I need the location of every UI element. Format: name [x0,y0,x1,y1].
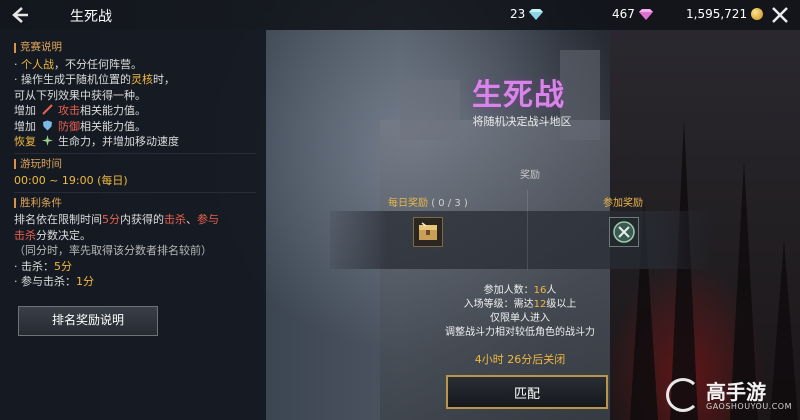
rule-line: · 参与击杀：1分 [14,274,256,290]
rule-line: 排名依在限制时间5分内获得的击杀、参与 [14,212,256,228]
rule-line: · 击杀：5分 [14,259,256,275]
rule-line: 恢复 生命力，并增加移动速度 [14,134,256,150]
rule-text: 增加 [14,119,36,133]
daily-reward-label: 每日奖励 [388,198,428,209]
rule-highlight: 击杀 [164,213,186,226]
rule-text: · 参与击杀： [14,275,76,288]
back-arrow-icon[interactable] [8,4,30,26]
rule-text: 分数决定。 [36,228,91,242]
section-title-victory: 胜利条件 [14,196,256,212]
rules-panel: 竞赛说明 · 个人战，不分任何阵营。 · 操作生成于随机位置的灵核时， 可从下列… [0,30,266,420]
pink-diamond-count: 467 [612,7,635,21]
red-glow-backdrop [610,0,800,420]
join-reward-label: 参加奖励 [603,198,643,209]
gold-coin-icon [751,8,764,20]
rule-highlight: 5分 [102,213,120,226]
rule-text: 相关能力值。 [80,119,146,133]
rule-text: 时， [153,73,175,86]
currency-pink-diamond: 467 [612,7,653,21]
rule-text: 、 [186,213,197,226]
daily-reward-count: ( 0 / 3 ) [431,198,468,209]
mode-subtitle: 将随机决定战斗地区 [472,115,572,128]
watermark-logo-icon [666,378,700,412]
match-button[interactable]: 匹配 [446,375,608,409]
currency-gold: 1,595,721 [686,7,764,21]
timer-text: 小时 [481,353,508,366]
gold-count: 1,595,721 [686,7,748,21]
info-number: 16 [533,285,547,296]
rule-text: 相关能力值。 [80,104,146,117]
page-title: 生死战 [70,9,112,25]
reward-label: 奖励 [520,170,540,181]
rule-highlight: 参与 [197,213,219,226]
rule-line: 增加 攻击相关能力值。 [14,103,256,119]
rule-line: 击杀分数决定。 [14,228,256,244]
timer-hours: 4 [474,353,482,366]
crossed-swords-token-icon[interactable] [609,217,639,247]
close-timer: 4小时 26分后关闭 [430,351,610,367]
rule-note: （同分时，率先取得该分数者排名较前） [14,244,212,257]
reward-band [330,211,712,269]
playtime-value: 00:00 ~ 19:00 (每日) [14,174,128,187]
section-title-rules: 竞赛说明 [14,40,256,56]
level-info: 入场等级：需达12级以上 [430,298,610,312]
mode-title: 生死战 [472,78,565,113]
info-text: 级以上 [546,299,577,310]
info-text: 入场等级：需达 [463,299,534,310]
rule-text: · 操作生成于随机位置的 [14,73,131,86]
rule-highlight: 恢复 [14,135,36,148]
rule-highlight: 灵核 [131,73,153,86]
rule-line: · 个人战，不分任何阵营。 [14,57,256,73]
close-icon[interactable] [768,3,792,27]
rule-text: ，不分任何阵营。 [54,57,142,71]
rule-text: 增加 [14,104,36,117]
diamond-count: 23 [510,7,526,21]
pink-diamond-icon [638,9,653,20]
rule-text: · [14,57,21,71]
timer-text: 分后关闭 [521,353,566,366]
watermark: 高手游 GAOSHOUYOU.COM [666,374,794,416]
rule-line: · 操作生成于随机位置的灵核时， [14,72,256,88]
rule-text: 内获得的 [120,213,164,226]
heal-sparkle-icon [41,135,53,146]
daily-reward-header: 每日奖励 ( 0 / 3 ) [388,194,468,209]
divider [14,191,256,193]
rule-text: 生命力，并增加移动速度 [58,135,179,148]
info-number: 12 [533,299,547,310]
rank-reward-button[interactable]: 排名奖励说明 [18,306,158,336]
shield-icon [42,120,52,130]
rule-text: · 击杀： [14,259,54,273]
divider [527,190,528,270]
rule-highlight: 个人战 [21,57,54,71]
info-text: 人 [546,285,557,296]
rule-line: 可从下列效果中获得一种。 [14,88,146,102]
top-bar: 生死战 23 467 1,595,721 [0,0,800,30]
rule-highlight: 1分 [76,275,94,288]
section-title-playtime: 游玩时间 [14,157,256,173]
watermark-site: GAOSHOUYOU.COM [706,402,793,411]
timer-minutes: 26 [507,353,522,366]
diamond-icon [529,9,544,20]
currency-diamond: 23 [510,7,544,21]
adjust-info: 调整战斗力相对较低角色的战斗力 [445,327,595,338]
solo-info: 仅限单人进入 [490,313,550,324]
info-text: 参加人数： [483,285,534,296]
rule-highlight: 攻击 [58,104,80,117]
rule-line: 增加 防御相关能力值。 [14,119,256,135]
divider [14,152,256,154]
rule-highlight: 5分 [54,259,72,273]
participants-info: 参加人数：16人 [430,284,610,298]
rule-highlight: 击杀 [14,228,36,242]
rule-highlight: 防御 [58,119,80,133]
chest-reward-icon[interactable] [413,217,443,247]
watermark-brand: 高手游 [706,380,766,404]
sword-icon [41,104,53,115]
rule-text: 排名依在限制时间 [14,213,102,226]
